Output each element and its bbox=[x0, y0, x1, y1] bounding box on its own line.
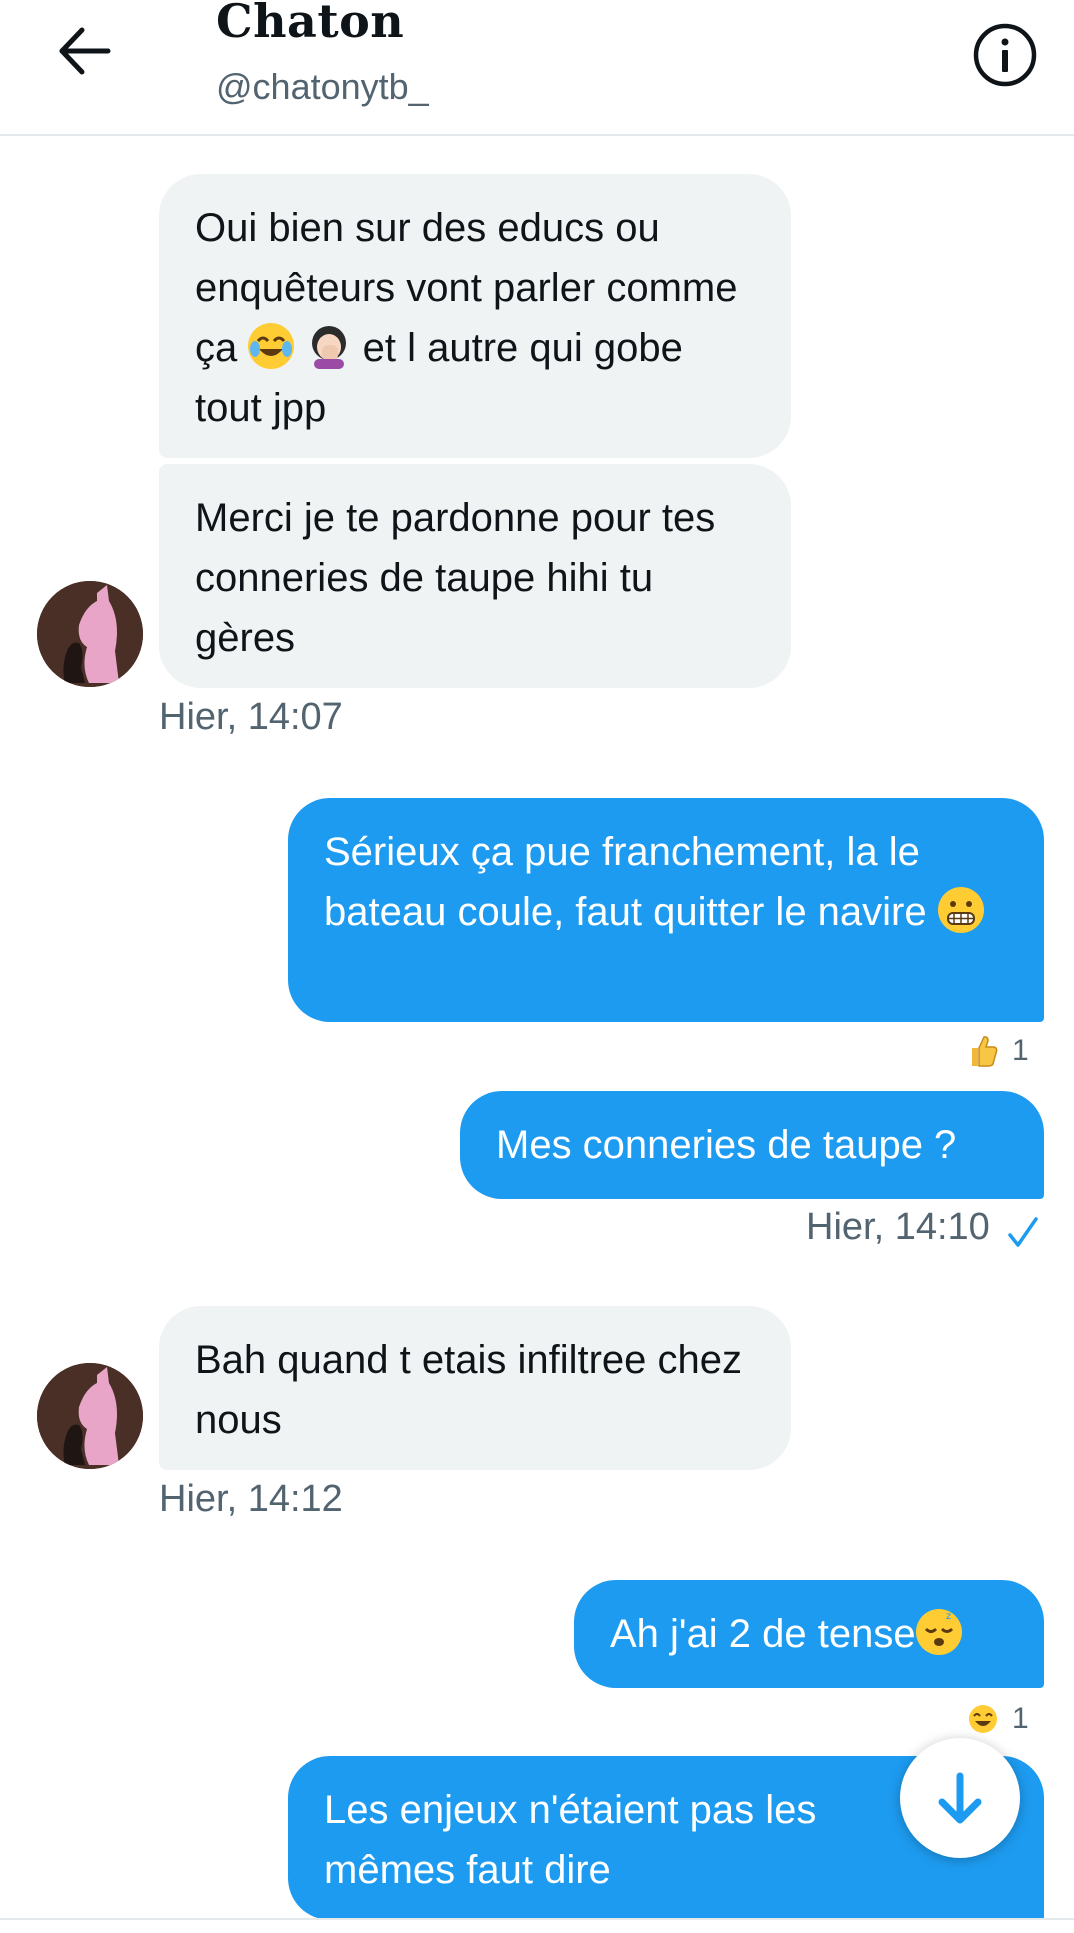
svg-text:z: z bbox=[946, 1611, 951, 1622]
sleeping-face-icon: z bbox=[915, 1609, 962, 1655]
message-reaction[interactable]: 1 bbox=[968, 1702, 1029, 1736]
back-arrow-icon[interactable] bbox=[52, 18, 118, 84]
scroll-to-bottom-button[interactable] bbox=[900, 1738, 1020, 1858]
avatar[interactable] bbox=[37, 1363, 143, 1469]
divider bbox=[0, 1918, 1074, 1920]
message-text: Bah quand t etais infiltree chez nous bbox=[195, 1338, 743, 1442]
avatar[interactable] bbox=[37, 581, 143, 687]
message-text: Mes conneries de taupe ? bbox=[496, 1123, 957, 1167]
message-bubble-outgoing[interactable]: Mes conneries de taupe ? bbox=[460, 1091, 1044, 1199]
reaction-count: 1 bbox=[1012, 1702, 1029, 1735]
message-bubble-incoming[interactable]: Bah quand t etais infiltree chez nous bbox=[159, 1306, 791, 1470]
message-timestamp: Hier, 14:12 bbox=[159, 1478, 343, 1520]
sent-check-icon bbox=[1006, 1215, 1040, 1249]
thumbs-up-icon bbox=[968, 1034, 998, 1068]
conversation-handle[interactable]: @chatonytb_ bbox=[216, 66, 429, 108]
message-text: Merci je te pardonne pour tes conneries … bbox=[195, 496, 716, 660]
message-reaction[interactable]: 1 bbox=[968, 1034, 1029, 1068]
message-bubble-incoming[interactable]: Merci je te pardonne pour tes conneries … bbox=[159, 464, 791, 688]
message-bubble-outgoing[interactable]: Ah j'ai 2 de tense z bbox=[574, 1580, 1044, 1688]
message-timestamp: Hier, 14:10 bbox=[806, 1206, 990, 1248]
arrow-down-icon bbox=[938, 1772, 982, 1824]
grimacing-face-icon bbox=[937, 887, 984, 933]
message-timestamp: Hier, 14:07 bbox=[159, 696, 343, 738]
message-text: Ah j'ai 2 de tense bbox=[610, 1612, 916, 1656]
face-with-tears-of-joy-icon bbox=[248, 323, 295, 369]
message-bubble-incoming[interactable]: Oui bien sur des educs ou enquêteurs von… bbox=[159, 174, 791, 458]
message-bubble-outgoing[interactable]: Sérieux ça pue franchement, la le bateau… bbox=[288, 798, 1044, 1022]
message-text: Sérieux ça pue franchement, la le bateau… bbox=[324, 830, 927, 934]
conversation-title[interactable]: Chaton bbox=[216, 0, 404, 48]
message-text: Les enjeux n'étaient pas les mêmes faut … bbox=[324, 1788, 817, 1892]
face-with-tears-of-joy-icon bbox=[968, 1702, 998, 1736]
reaction-count: 1 bbox=[1012, 1034, 1029, 1067]
conversation-header: Chaton @chatonytb_ bbox=[0, 0, 1074, 136]
info-icon[interactable] bbox=[972, 22, 1038, 88]
woman-facepalming-icon bbox=[306, 323, 352, 369]
